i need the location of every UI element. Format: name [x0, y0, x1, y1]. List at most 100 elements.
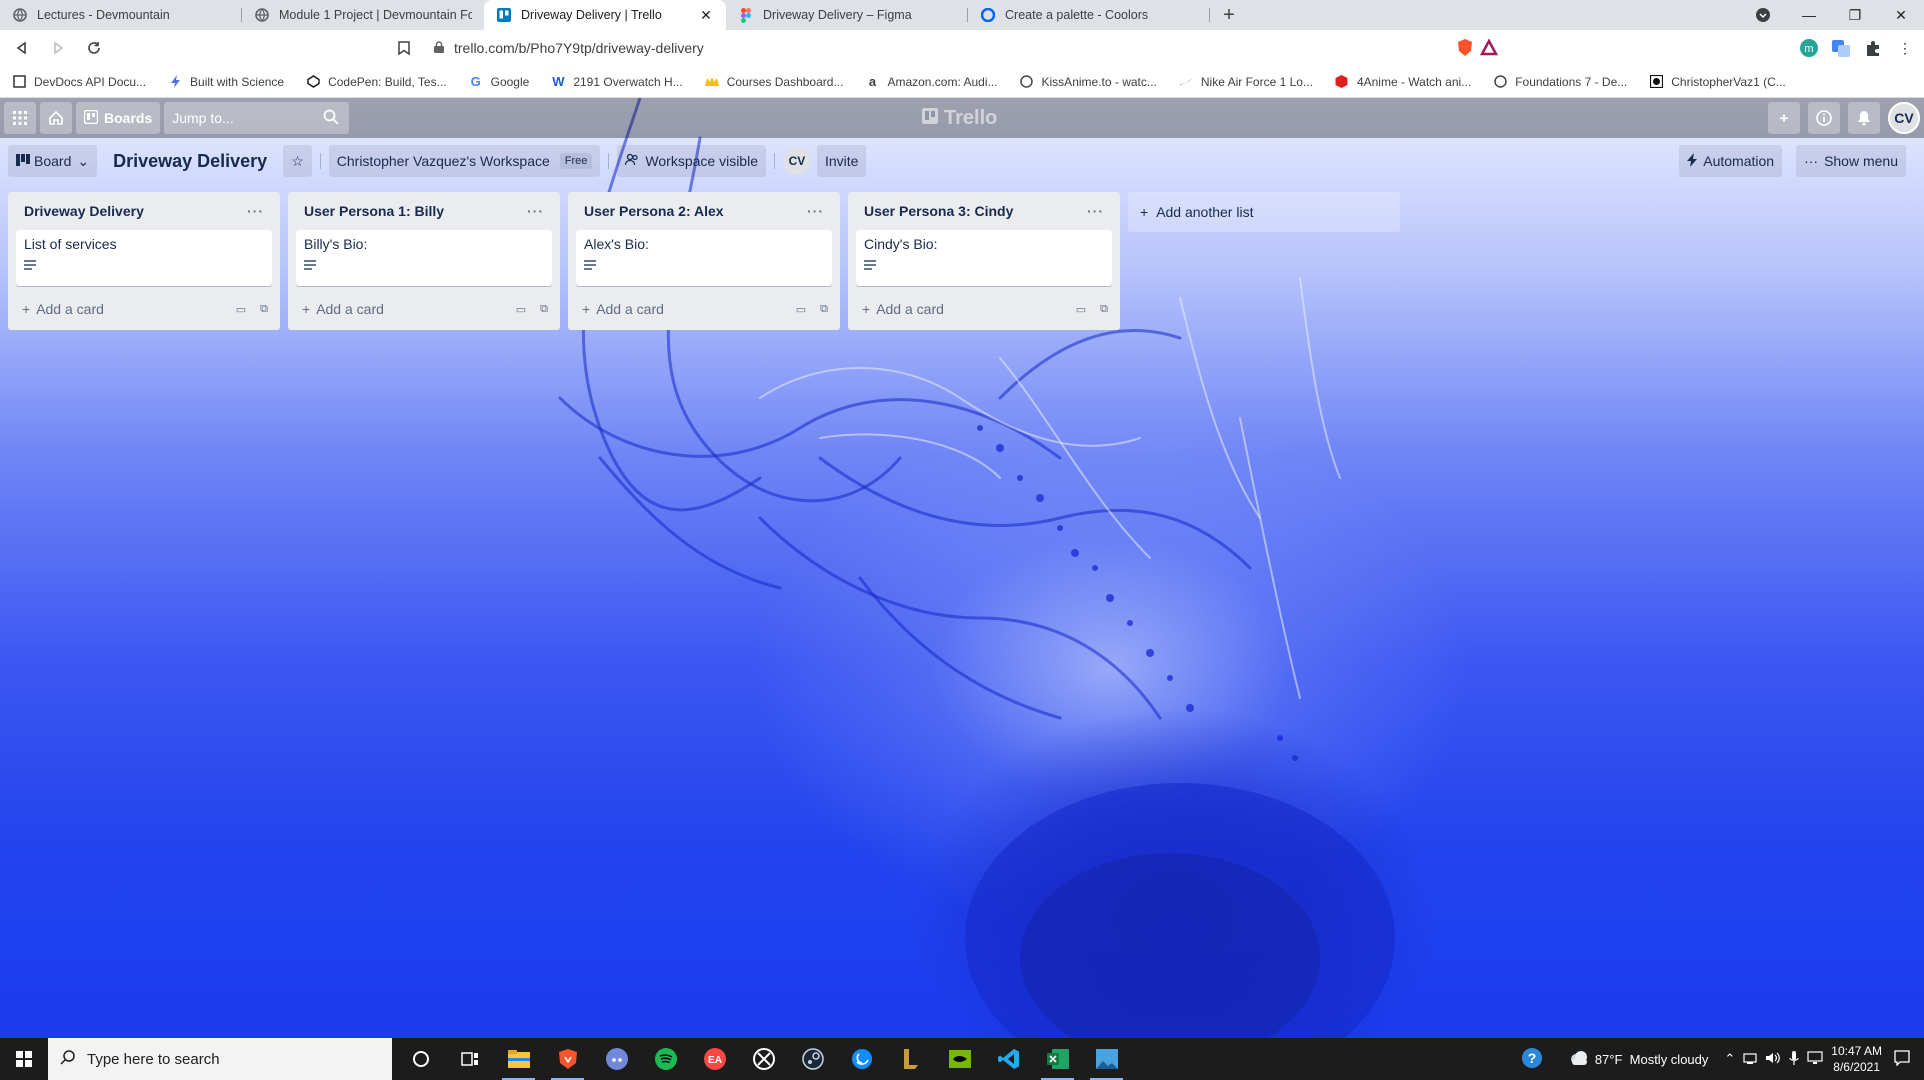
info-icon[interactable] — [1808, 102, 1840, 134]
bookmark-item[interactable]: W 2191 Overwatch H... — [551, 74, 683, 89]
home-button[interactable] — [40, 102, 72, 134]
add-card-button[interactable]: + Add a card — [862, 301, 944, 317]
invite-button[interactable]: Invite — [816, 145, 867, 177]
bookmark-item[interactable]: G Google — [469, 74, 530, 89]
create-from-template-icon[interactable]: ⧉ — [820, 303, 828, 316]
file-explorer-icon[interactable] — [494, 1038, 543, 1080]
close-tab-icon[interactable]: ✕ — [698, 7, 714, 24]
add-another-list-button[interactable]: + Add another list — [1128, 192, 1400, 232]
show-menu-button[interactable]: ··· Show menu — [1796, 145, 1906, 177]
vscode-icon[interactable] — [984, 1038, 1033, 1080]
list-title[interactable]: Driveway Delivery — [24, 203, 144, 219]
add-card-button[interactable]: + Add a card — [22, 301, 104, 317]
bookmark-item[interactable]: 4Anime - Watch ani... — [1335, 75, 1471, 89]
xbox-icon[interactable] — [739, 1038, 788, 1080]
windows-start-button[interactable] — [0, 1038, 48, 1080]
add-card-button[interactable]: + Add a card — [582, 301, 664, 317]
trello-logo[interactable]: Trello — [922, 107, 997, 130]
visibility-button[interactable]: Workspace visible — [617, 145, 766, 177]
template-card-icon[interactable]: ▭ — [1076, 303, 1086, 316]
board-view-switcher[interactable]: Board ⌄ — [8, 145, 98, 177]
list-title[interactable]: User Persona 1: Billy — [304, 203, 444, 219]
list-header[interactable]: Driveway Delivery ··· — [16, 192, 272, 230]
back-button[interactable] — [8, 34, 36, 62]
browser-tab-active[interactable]: Driveway Delivery | Trello ✕ — [484, 0, 726, 30]
list-header[interactable]: User Persona 3: Cindy ··· — [856, 192, 1112, 230]
address-bar[interactable]: trello.com/b/Pho7Y9tp/driveway-delivery — [420, 33, 1502, 63]
tab-search-icon[interactable] — [1740, 0, 1786, 30]
list-title[interactable]: User Persona 2: Alex — [584, 203, 724, 219]
bookmark-icon[interactable] — [390, 34, 418, 62]
create-button[interactable]: + — [1768, 102, 1800, 134]
close-window-button[interactable]: ✕ — [1878, 0, 1924, 30]
battle-net-icon[interactable] — [837, 1038, 886, 1080]
jump-search-input[interactable] — [172, 110, 323, 126]
microphone-icon[interactable] — [1789, 1050, 1799, 1068]
extension-m-icon[interactable]: m — [1796, 35, 1822, 61]
bookmark-item[interactable]: ChristopherVaz1 (C... — [1649, 75, 1786, 89]
boards-button[interactable]: Boards — [76, 102, 161, 134]
template-card-icon[interactable]: ▭ — [796, 303, 806, 316]
reload-button[interactable] — [80, 34, 108, 62]
list-actions-ellipsis-icon[interactable]: ··· — [247, 203, 264, 219]
app-switcher-button[interactable] — [4, 102, 36, 134]
list-actions-ellipsis-icon[interactable]: ··· — [807, 203, 824, 219]
create-from-template-icon[interactable]: ⧉ — [1100, 303, 1108, 316]
discord-icon[interactable] — [592, 1038, 641, 1080]
bookmark-item[interactable]: Foundations 7 - De... — [1493, 75, 1627, 89]
list-actions-ellipsis-icon[interactable]: ··· — [527, 203, 544, 219]
extensions-puzzle-icon[interactable] — [1860, 35, 1886, 61]
help-icon[interactable]: ? — [1521, 1047, 1543, 1072]
excel-icon[interactable] — [1033, 1038, 1082, 1080]
bookmark-item[interactable]: a Amazon.com: Audi... — [865, 74, 998, 89]
league-of-legends-icon[interactable] — [886, 1038, 935, 1080]
bookmark-item[interactable]: CodePen: Build, Tes... — [306, 75, 447, 89]
bookmark-item[interactable]: Courses Dashboard... — [704, 75, 843, 89]
network-icon[interactable] — [1743, 1051, 1757, 1068]
brave-shield-icon[interactable] — [1456, 38, 1474, 61]
card[interactable]: List of services — [16, 230, 272, 286]
taskbar-clock[interactable]: 10:47 AM 8/6/2021 — [1831, 1043, 1882, 1075]
volume-icon[interactable] — [1765, 1051, 1781, 1068]
browser-menu-icon[interactable]: ⋮ — [1892, 35, 1918, 61]
card[interactable]: Billy's Bio: — [296, 230, 552, 286]
notifications-icon[interactable] — [1894, 1049, 1910, 1069]
search-icon[interactable] — [323, 109, 339, 128]
template-card-icon[interactable]: ▭ — [516, 303, 526, 316]
board-title[interactable]: Driveway Delivery — [105, 151, 275, 172]
ea-app-icon[interactable]: EA — [690, 1038, 739, 1080]
nvidia-icon[interactable] — [935, 1038, 984, 1080]
card[interactable]: Alex's Bio: — [576, 230, 832, 286]
spotify-icon[interactable] — [641, 1038, 690, 1080]
star-board-button[interactable]: ☆ — [283, 145, 312, 177]
list-actions-ellipsis-icon[interactable]: ··· — [1087, 203, 1104, 219]
member-avatar[interactable]: CV — [782, 147, 811, 175]
create-from-template-icon[interactable]: ⧉ — [260, 303, 268, 316]
automation-button[interactable]: Automation — [1679, 145, 1783, 177]
bookmark-item[interactable]: Nike Air Force 1 Lo... — [1178, 75, 1313, 89]
list-header[interactable]: User Persona 1: Billy ··· — [296, 192, 552, 230]
browser-tab[interactable]: Driveway Delivery – Figma — [726, 0, 968, 30]
list-title[interactable]: User Persona 3: Cindy — [864, 203, 1013, 219]
forward-button[interactable] — [44, 34, 72, 62]
cortana-icon[interactable] — [396, 1038, 445, 1080]
card[interactable]: Cindy's Bio: — [856, 230, 1112, 286]
steam-icon[interactable] — [788, 1038, 837, 1080]
restore-button[interactable]: ❐ — [1832, 0, 1878, 30]
translate-icon[interactable] — [1828, 35, 1854, 61]
template-card-icon[interactable]: ▭ — [236, 303, 246, 316]
browser-tab[interactable]: Lectures - Devmountain — [0, 0, 242, 30]
list-header[interactable]: User Persona 2: Alex ··· — [576, 192, 832, 230]
bookmark-item[interactable]: DevDocs API Docu... — [12, 75, 146, 89]
notifications-bell-icon[interactable] — [1848, 102, 1880, 134]
task-view-icon[interactable] — [445, 1038, 494, 1080]
weather-text[interactable]: 87°F Mostly cloudy — [1595, 1052, 1709, 1067]
photos-icon[interactable] — [1082, 1038, 1131, 1080]
new-tab-button[interactable]: + — [1214, 0, 1244, 30]
brave-browser-icon[interactable] — [543, 1038, 592, 1080]
bookmark-item[interactable]: KissAnime.to - watc... — [1020, 75, 1157, 89]
browser-tab[interactable]: Module 1 Project | Devmountain Foun — [242, 0, 484, 30]
user-avatar[interactable]: CV — [1888, 102, 1920, 134]
bookmark-item[interactable]: Built with Science — [168, 75, 284, 89]
browser-tab[interactable]: Create a palette - Coolors — [968, 0, 1210, 30]
